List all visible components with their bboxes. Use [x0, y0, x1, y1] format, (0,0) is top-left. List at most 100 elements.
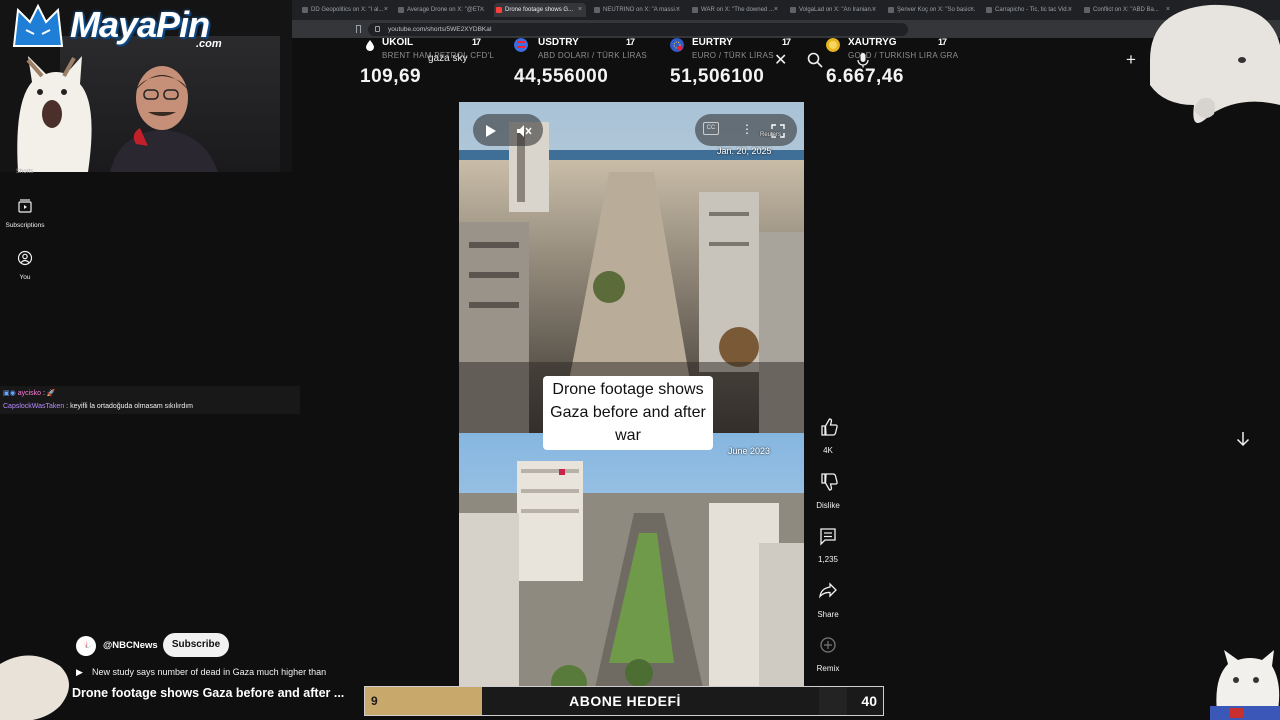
close-tab-icon[interactable]: × [1068, 3, 1072, 17]
browser-tab[interactable]: Şenver Koç on X: "So basic... × [886, 3, 978, 17]
subscribe-button[interactable]: Subscribe [163, 633, 229, 657]
sidebar-item-label: You [19, 274, 31, 281]
browser-tab[interactable]: NEUTRINO on X: "A massi... × [592, 3, 684, 17]
tradingview-icon: 17 [938, 37, 947, 47]
share-label: Share [817, 610, 839, 619]
remix-icon [811, 628, 845, 662]
tab-title: Carrapicho - Tic, tic tac Vid... [995, 7, 1072, 13]
tab-favicon-icon [1084, 7, 1090, 13]
sidebar-item-shorts-label[interactable]: Shorts [16, 169, 33, 175]
address-bar-url: youtube.com/shorts/5WE2XYDBKaI [388, 26, 492, 33]
share-button[interactable]: Share [808, 574, 848, 619]
captions-icon[interactable]: CC [703, 122, 719, 135]
goal-target: 40 [861, 693, 877, 709]
streamer-video [110, 66, 218, 172]
browser-tab[interactable]: Carrapicho - Tic, tic tac Vid... × [984, 3, 1076, 17]
search-icon[interactable] [806, 51, 824, 69]
ticker-symbol: XAUTRYG [848, 37, 897, 48]
close-tab-icon[interactable]: × [480, 3, 484, 17]
ticker-symbol: USDTRY [538, 37, 579, 48]
chat-text: 🚀 [46, 390, 56, 397]
dislike-button[interactable]: Dislike [808, 465, 848, 510]
close-tab-icon[interactable]: × [970, 3, 974, 17]
tab-title: Average Drone on X: "@ET... [407, 7, 485, 13]
you-icon [17, 250, 33, 266]
ticker-value: 6.667,46 [826, 66, 904, 87]
browser-tab[interactable]: Drone footage shows G... × [494, 3, 586, 17]
tab-title: Drone footage shows G... [505, 7, 574, 13]
cat-image [17, 56, 92, 172]
share-icon [811, 574, 845, 608]
tab-title: VolgaLad on X: "An Iranian... [799, 7, 876, 13]
eu-flag-icon [670, 38, 684, 52]
chat-message: CapslockWasTaken : keyifli la ortadoğuda… [3, 403, 193, 410]
cat-overlay-bottom-right [1210, 650, 1280, 720]
tab-favicon-icon [692, 7, 698, 13]
shorts-video-player[interactable]: CC ⋮ Reuters Jan. 20, 2025 June 2023 Dro… [459, 102, 804, 715]
cat-paw-overlay [0, 655, 69, 720]
close-tab-icon[interactable]: × [676, 3, 680, 17]
video-title[interactable]: Drone footage shows Gaza before and afte… [72, 686, 344, 700]
browser-tab[interactable]: WAR on X: "The downed ... × [690, 3, 782, 17]
close-tab-icon[interactable]: × [384, 3, 388, 17]
ticker-value: 109,69 [360, 66, 422, 87]
bookmark-icon[interactable] [356, 25, 361, 33]
us-flag-icon [514, 38, 528, 52]
cat-overlay-top-right [1150, 4, 1280, 124]
peacock-logo-icon [80, 639, 94, 648]
channel-handle[interactable]: @NBCNews [103, 640, 158, 651]
goal-label: ABONE HEDEFİ [569, 693, 681, 709]
logo-suffix-text: .com [196, 38, 222, 50]
tab-favicon-icon [790, 7, 796, 13]
ticker-value: 44,556000 [514, 66, 609, 87]
remix-label: Remix [816, 664, 840, 673]
chat-message: ▣◉ aycisko : 🚀 [3, 389, 56, 397]
gold-coin-icon [826, 38, 840, 52]
stream-chat: ▣◉ aycisko : 🚀 CapslockWasTaken : keyifl… [0, 386, 300, 414]
tab-favicon-icon [594, 7, 600, 13]
wolf-logo-icon [12, 3, 64, 47]
dislike-label: Dislike [816, 501, 840, 510]
sidebar-item-you[interactable]: You [0, 250, 50, 281]
video-caption: Drone footage shows Gaza before and afte… [543, 376, 713, 450]
browser-tab[interactable]: Average Drone on X: "@ET... × [396, 3, 488, 17]
ticker-symbol: UKOIL [382, 37, 414, 48]
volume-muted-icon[interactable] [515, 122, 533, 140]
play-icon[interactable] [481, 122, 499, 140]
close-tab-icon[interactable]: × [872, 3, 876, 17]
tab-favicon-icon [398, 7, 404, 13]
comment-count: 1,235 [817, 555, 839, 564]
tab-favicon-icon [496, 7, 502, 13]
ticker-symbol: EURTRY [692, 37, 733, 48]
remix-button[interactable]: Remix [808, 628, 848, 673]
search-query-text[interactable]: gaza sky [428, 53, 467, 64]
chat-badge-icon: ▣◉ [3, 390, 16, 397]
oil-drop-icon [366, 40, 374, 51]
arrow-down-icon[interactable] [1228, 424, 1258, 454]
more-options-icon[interactable]: ⋮ [741, 122, 753, 136]
close-tab-icon[interactable]: × [774, 3, 778, 17]
clear-search-icon[interactable]: ✕ [774, 50, 787, 70]
tab-title: DD Geopolitics on X: "I al... [311, 7, 384, 13]
date-label-after: Jan. 20, 2025 [717, 146, 772, 156]
chat-text: keyifli la ortadoğuda olmasam sıkılırdım [70, 403, 193, 410]
microphone-icon[interactable] [854, 51, 872, 69]
tab-favicon-icon [888, 7, 894, 13]
ticker-subtitle: EURO / TÜRK LİRAS [692, 51, 774, 60]
like-button[interactable]: 4K [808, 410, 848, 455]
tradingview-icon: 17 [626, 37, 635, 47]
site-info-icon[interactable] [375, 26, 380, 32]
channel-avatar[interactable] [76, 636, 96, 656]
browser-tab[interactable]: DD Geopolitics on X: "I al... × [300, 3, 392, 17]
play-icon: ▶ [76, 667, 83, 677]
ticker-subtitle: ABD DOLARI / TÜRK LİRAS [538, 51, 648, 60]
close-tab-icon[interactable]: × [578, 3, 582, 17]
thumbs-down-icon [811, 465, 845, 499]
sidebar-item-subscriptions[interactable]: Subscriptions [0, 198, 50, 229]
browser-tab[interactable]: VolgaLad on X: "An Iranian... × [788, 3, 880, 17]
comments-button[interactable]: 1,235 [808, 519, 848, 564]
like-count: 4K [823, 446, 833, 455]
video-description[interactable]: New study says number of dead in Gaza mu… [92, 667, 326, 677]
date-label-before: June 2023 [728, 446, 771, 456]
thumbs-up-icon [811, 410, 845, 444]
